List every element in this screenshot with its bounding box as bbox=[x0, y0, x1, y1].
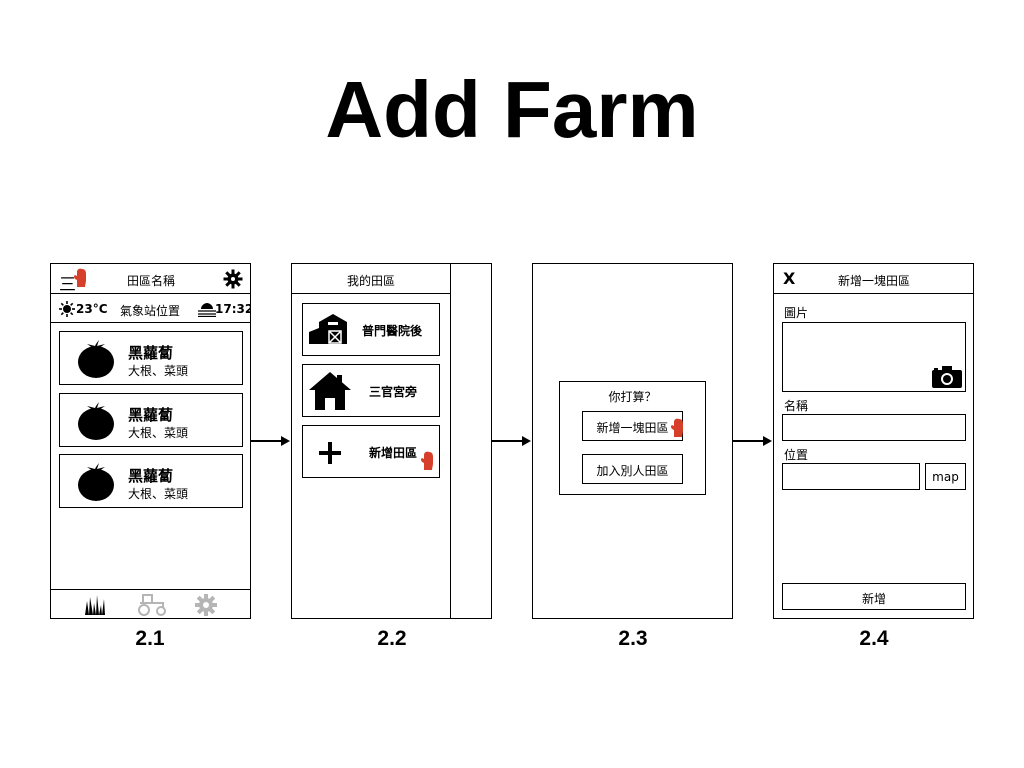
settings-icon[interactable] bbox=[195, 594, 217, 616]
farm-item-2[interactable]: 三官宮旁 bbox=[302, 364, 440, 417]
screen-my-farms: 我的田區 普門醫院後 三官宮旁 新增田區 bbox=[291, 263, 492, 619]
tomato-icon bbox=[78, 463, 114, 501]
glove-icon bbox=[420, 451, 433, 470]
action-dialog: 你打算？ 新增一塊田區 加入別人田區 bbox=[559, 381, 706, 495]
tractor-icon[interactable] bbox=[137, 594, 167, 616]
plus-icon bbox=[319, 442, 341, 464]
new-farm-button-label: 新增一塊田區 bbox=[596, 421, 669, 435]
join-farm-button[interactable]: 加入別人田區 bbox=[582, 454, 683, 484]
farm-label: 普門醫院後 bbox=[362, 324, 423, 338]
crop-card-1[interactable]: 黑蘿蔔 大根、菜頭 bbox=[59, 331, 243, 385]
time: 17:32 bbox=[215, 302, 251, 316]
tomato-icon bbox=[78, 340, 114, 378]
screen-choose-action: 你打算？ 新增一塊田區 加入別人田區 bbox=[532, 263, 733, 619]
crop-sub: 大根、菜頭 bbox=[128, 364, 189, 378]
crop-sub: 大根、菜頭 bbox=[128, 426, 189, 440]
map-button-label: map bbox=[932, 470, 959, 484]
close-icon[interactable]: X bbox=[783, 269, 795, 288]
sun-icon bbox=[59, 301, 75, 317]
farm-label: 三官宮旁 bbox=[369, 385, 418, 399]
caption-2-4: 2.4 bbox=[859, 627, 889, 650]
submit-button[interactable]: 新增 bbox=[782, 583, 966, 610]
crop-name: 黑蘿蔔 bbox=[128, 406, 174, 424]
name-input[interactable] bbox=[782, 414, 966, 441]
header-title: 田區名稱 bbox=[126, 274, 175, 288]
submit-button-label: 新增 bbox=[861, 592, 886, 606]
flow-arrow-1 bbox=[251, 436, 290, 446]
grass-icon[interactable] bbox=[85, 595, 105, 615]
screen-new-farm-form: X 新增一塊田區 圖片 名稱 位置 map 新增 bbox=[773, 263, 974, 619]
map-button[interactable]: map bbox=[925, 463, 966, 490]
fog-icon bbox=[198, 303, 216, 317]
crop-name: 黑蘿蔔 bbox=[128, 344, 174, 362]
flow-arrow-3 bbox=[733, 436, 772, 446]
caption-2-2: 2.2 bbox=[377, 627, 407, 650]
location-input[interactable] bbox=[782, 463, 920, 490]
name-label: 名稱 bbox=[784, 399, 809, 413]
image-picker[interactable] bbox=[782, 322, 966, 392]
glove-icon bbox=[670, 418, 683, 437]
drawer-panel: 我的田區 普門醫院後 三官宮旁 新增田區 bbox=[292, 264, 451, 618]
new-farm-button[interactable]: 新增一塊田區 bbox=[582, 411, 683, 441]
page-title: Add Farm bbox=[325, 65, 699, 154]
farm-item-1[interactable]: 普門醫院後 bbox=[302, 303, 440, 356]
image-label: 圖片 bbox=[784, 306, 809, 320]
add-farm-item[interactable]: 新增田區 bbox=[302, 425, 440, 478]
crop-card-3[interactable]: 黑蘿蔔 大根、菜頭 bbox=[59, 454, 243, 508]
camera-icon bbox=[932, 366, 962, 388]
location-label: 位置 bbox=[784, 448, 809, 462]
gear-icon[interactable] bbox=[223, 269, 243, 289]
dialog-title: 你打算？ bbox=[608, 390, 657, 404]
drawer-title: 我的田區 bbox=[346, 274, 395, 288]
house-icon bbox=[309, 372, 351, 410]
crop-card-2[interactable]: 黑蘿蔔 大根、菜頭 bbox=[59, 393, 243, 447]
form-title: 新增一塊田區 bbox=[837, 274, 910, 288]
tomato-icon bbox=[78, 402, 114, 440]
caption-2-3: 2.3 bbox=[618, 627, 648, 650]
screen-farm-detail: 三 田區名稱 23°C 氣象站位置 17:32 黑蘿蔔 大根、菜頭 黑蘿蔔 大根… bbox=[50, 263, 251, 619]
caption-2-1: 2.1 bbox=[135, 627, 165, 650]
station-location: 氣象站位置 bbox=[120, 304, 181, 318]
crop-name: 黑蘿蔔 bbox=[128, 467, 174, 485]
join-farm-button-label: 加入別人田區 bbox=[596, 464, 669, 478]
temperature: 23°C bbox=[76, 302, 108, 316]
crop-sub: 大根、菜頭 bbox=[128, 487, 189, 501]
barn-icon bbox=[309, 314, 347, 344]
farm-label: 新增田區 bbox=[369, 446, 418, 460]
glove-icon bbox=[73, 268, 86, 287]
flow-arrow-2 bbox=[492, 436, 531, 446]
